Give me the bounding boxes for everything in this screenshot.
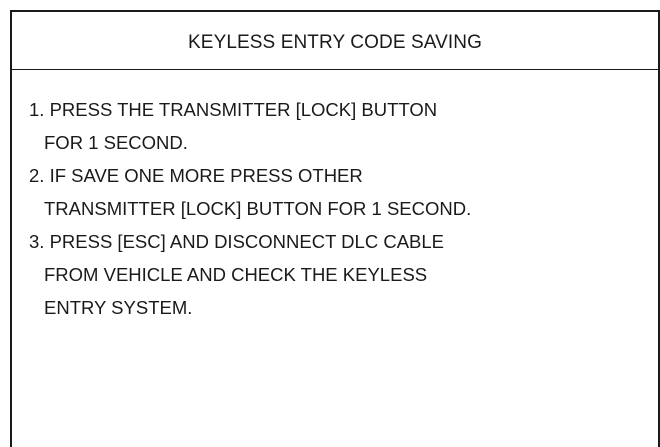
screen-title: KEYLESS ENTRY CODE SAVING [188,31,482,53]
step-3-line-1: 3. PRESS [ESC] AND DISCONNECT DLC CABLE [29,231,444,252]
instruction-step-3: 3. PRESS [ESC] AND DISCONNECT DLC CABLE … [29,225,658,324]
instruction-step-2: 2. IF SAVE ONE MORE PRESS OTHER TRANSMIT… [29,159,658,225]
step-2-line-1: 2. IF SAVE ONE MORE PRESS OTHER [29,165,363,186]
instructions-list: 1. PRESS THE TRANSMITTER [LOCK] BUTTON F… [12,70,658,324]
step-1-line-2: FOR 1 SECOND. [44,132,188,153]
step-3-line-2: FROM VEHICLE AND CHECK THE KEYLESS [44,264,428,285]
step-1-line-1: 1. PRESS THE TRANSMITTER [LOCK] BUTTON [29,99,438,120]
step-2-line-2: TRANSMITTER [LOCK] BUTTON FOR 1 SECOND. [44,198,472,219]
screen-header: KEYLESS ENTRY CODE SAVING [12,12,658,70]
instruction-step-1: 1. PRESS THE TRANSMITTER [LOCK] BUTTON F… [29,93,658,159]
scan-tool-screen: KEYLESS ENTRY CODE SAVING 1. PRESS THE T… [10,10,660,447]
step-3-line-3: ENTRY SYSTEM. [44,297,193,318]
